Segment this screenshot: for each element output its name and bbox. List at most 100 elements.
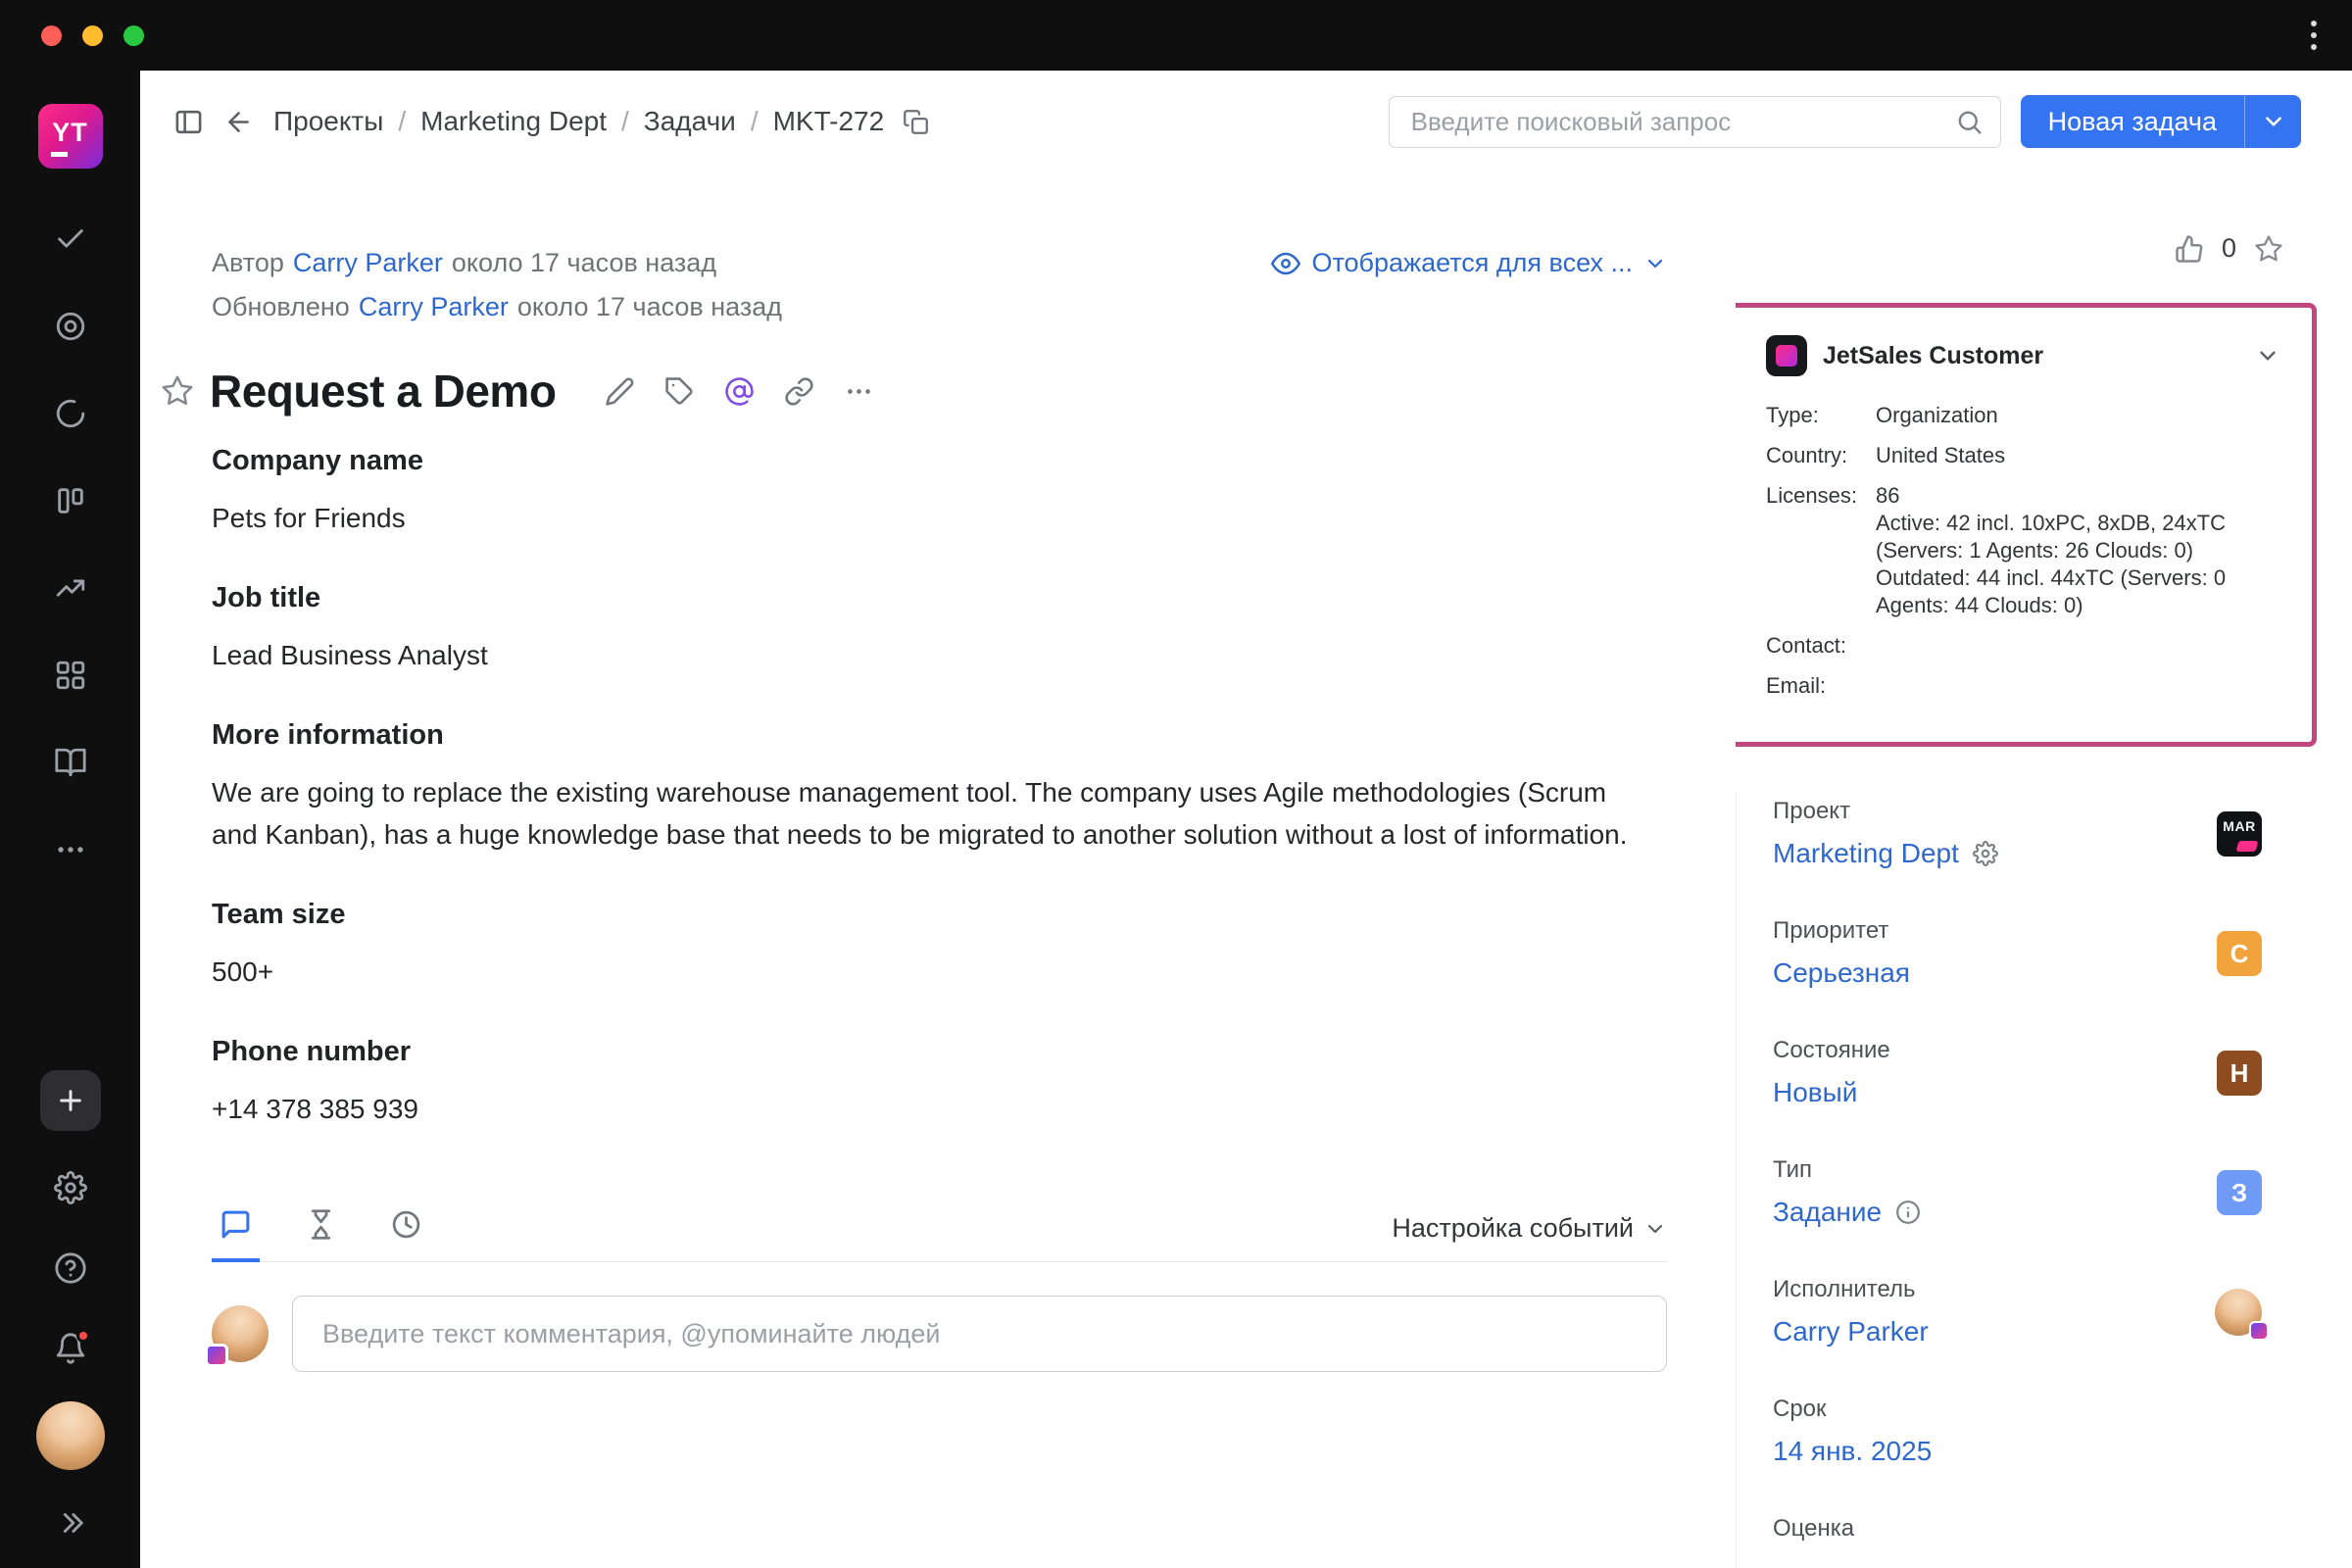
field-state-value[interactable]: Новый bbox=[1773, 1076, 1857, 1109]
settings-gear-icon[interactable] bbox=[43, 1160, 98, 1215]
type-info-icon[interactable] bbox=[1895, 1200, 1921, 1225]
section-heading: Company name bbox=[212, 445, 1667, 477]
author-link[interactable]: Carry Parker bbox=[293, 248, 443, 278]
sidebar-item-knowledge-base[interactable] bbox=[43, 735, 98, 790]
window-titlebar bbox=[0, 0, 2352, 71]
field-due-date-value[interactable]: 14 янв. 2025 bbox=[1773, 1435, 1932, 1468]
star-button-icon[interactable] bbox=[2254, 234, 2283, 264]
project-settings-gear-icon[interactable] bbox=[1973, 841, 1998, 866]
author-label: Автор bbox=[212, 248, 284, 278]
main-header: Проекты / Marketing Dept / Задачи / MKT-… bbox=[140, 71, 2352, 172]
expand-sidebar-icon[interactable] bbox=[43, 1495, 98, 1550]
sidebar-item-issues[interactable] bbox=[43, 212, 98, 267]
chevron-down-icon bbox=[1643, 1217, 1667, 1241]
ellipsis-icon bbox=[54, 833, 87, 866]
new-task-dropdown-button[interactable] bbox=[2244, 95, 2301, 148]
question-circle-icon bbox=[54, 1251, 87, 1285]
visibility-control[interactable]: Отображается для всех ... bbox=[1271, 248, 1667, 278]
chevron-down-icon bbox=[1643, 252, 1667, 275]
copy-issue-id-icon[interactable] bbox=[903, 109, 929, 135]
breadcrumb-tasks[interactable]: Задачи bbox=[644, 106, 736, 137]
field-type: Тип Задание З bbox=[1773, 1156, 2262, 1229]
breadcrumb-separator: / bbox=[398, 106, 406, 137]
book-icon bbox=[54, 746, 87, 779]
new-task-button[interactable]: Новая задача bbox=[2021, 95, 2244, 148]
kanban-icon bbox=[54, 484, 87, 517]
breadcrumb-project[interactable]: Marketing Dept bbox=[420, 106, 607, 137]
field-assignee: Исполнитель Carry Parker bbox=[1773, 1276, 2262, 1348]
issue-sidebar: 0 JetSales Customer Type: bbox=[1736, 172, 2352, 1568]
title-actions bbox=[605, 376, 874, 407]
sidebar-item-dashboards[interactable] bbox=[43, 648, 98, 703]
author-time: около 17 часов назад bbox=[452, 248, 716, 278]
widget-row-contact: Contact: bbox=[1766, 632, 2280, 660]
section-heading: Team size bbox=[212, 899, 1667, 931]
comment-user-avatar bbox=[212, 1305, 269, 1362]
licenses-outdated: Outdated: 44 incl. 44xTC (Servers: 0 Age… bbox=[1876, 564, 2240, 619]
avatar-app-badge bbox=[205, 1344, 228, 1367]
updated-user-link[interactable]: Carry Parker bbox=[359, 292, 509, 322]
window-menu-icon[interactable] bbox=[2311, 21, 2317, 50]
create-issue-button[interactable] bbox=[40, 1070, 101, 1131]
author-row: Автор Carry Parker около 17 часов назад … bbox=[212, 241, 1667, 285]
tab-time-tracking[interactable] bbox=[382, 1208, 430, 1262]
field-type-value[interactable]: Задание bbox=[1773, 1196, 1882, 1229]
breadcrumb-projects[interactable]: Проекты bbox=[273, 106, 383, 137]
field-due-date: Срок 14 янв. 2025 bbox=[1773, 1396, 2262, 1468]
updated-time: около 17 часов назад bbox=[517, 292, 782, 322]
section-text: We are going to replace the existing war… bbox=[212, 771, 1647, 856]
target-icon bbox=[54, 310, 87, 343]
sidebar-item-agile-boards[interactable] bbox=[43, 299, 98, 354]
assignee-avatar[interactable] bbox=[2215, 1289, 2262, 1336]
field-state: Состояние Новый Н bbox=[1773, 1037, 2262, 1109]
notifications-bell-icon[interactable] bbox=[43, 1321, 98, 1376]
favorite-star-icon[interactable] bbox=[161, 374, 194, 408]
field-assignee-value[interactable]: Carry Parker bbox=[1773, 1315, 1929, 1348]
field-priority-value[interactable]: Серьезная bbox=[1773, 956, 1910, 990]
search-icon[interactable] bbox=[1955, 108, 1984, 136]
widget-row-licenses: Licenses: 86 Active: 42 incl. 10xPC, 8xD… bbox=[1766, 482, 2280, 619]
type-badge[interactable]: З bbox=[2217, 1170, 2262, 1215]
breadcrumb-issue-id[interactable]: MKT-272 bbox=[773, 106, 885, 137]
field-label: Тип bbox=[1773, 1156, 2217, 1184]
events-settings-button[interactable]: Настройка событий bbox=[1392, 1213, 1667, 1261]
events-settings-label: Настройка событий bbox=[1392, 1213, 1634, 1244]
like-thumb-icon[interactable] bbox=[2175, 234, 2204, 264]
tab-history[interactable] bbox=[297, 1208, 345, 1262]
field-label: Срок bbox=[1773, 1396, 2262, 1423]
link-icon[interactable] bbox=[784, 376, 814, 407]
trend-chart-icon bbox=[54, 571, 87, 605]
field-project: Проект Marketing Dept MAR bbox=[1773, 798, 2262, 870]
field-priority: Приоритет Серьезная С bbox=[1773, 917, 2262, 990]
mention-at-icon[interactable] bbox=[724, 376, 755, 407]
sidebar-item-kanban[interactable] bbox=[43, 473, 98, 528]
widget-collapse-icon[interactable] bbox=[2255, 343, 2280, 368]
help-icon[interactable] bbox=[43, 1241, 98, 1296]
project-avatar[interactable]: MAR bbox=[2217, 811, 2262, 857]
youtrack-logo[interactable]: YT bbox=[38, 104, 103, 169]
priority-badge[interactable]: С bbox=[2217, 931, 2262, 976]
sidebar-item-more[interactable] bbox=[43, 822, 98, 877]
widget-licenses-value: 86 Active: 42 incl. 10xPC, 8xDB, 24xTC (… bbox=[1876, 482, 2240, 619]
tag-icon[interactable] bbox=[664, 376, 695, 407]
close-window-button[interactable] bbox=[41, 25, 62, 46]
state-badge[interactable]: Н bbox=[2217, 1051, 2262, 1096]
back-button[interactable] bbox=[223, 107, 254, 137]
comment-input[interactable] bbox=[292, 1296, 1667, 1372]
sidebar-item-insights[interactable] bbox=[43, 561, 98, 615]
zoom-window-button[interactable] bbox=[123, 25, 144, 46]
toggle-panel-icon[interactable] bbox=[173, 107, 204, 137]
minimize-window-button[interactable] bbox=[82, 25, 103, 46]
search-input[interactable] bbox=[1389, 96, 2001, 148]
sidebar-footer bbox=[36, 1160, 105, 1550]
more-actions-icon[interactable] bbox=[844, 376, 874, 407]
jetsales-app-icon bbox=[1766, 335, 1807, 376]
field-project-value[interactable]: Marketing Dept bbox=[1773, 837, 1959, 870]
field-label: Оценка bbox=[1773, 1515, 2262, 1543]
breadcrumb: Проекты / Marketing Dept / Задачи / MKT-… bbox=[273, 106, 929, 137]
user-avatar[interactable] bbox=[36, 1401, 105, 1470]
tab-comments[interactable] bbox=[212, 1208, 260, 1262]
sidebar-item-reports[interactable] bbox=[43, 386, 98, 441]
edit-pencil-icon[interactable] bbox=[605, 376, 635, 407]
new-task-button-group: Новая задача bbox=[2021, 95, 2301, 148]
